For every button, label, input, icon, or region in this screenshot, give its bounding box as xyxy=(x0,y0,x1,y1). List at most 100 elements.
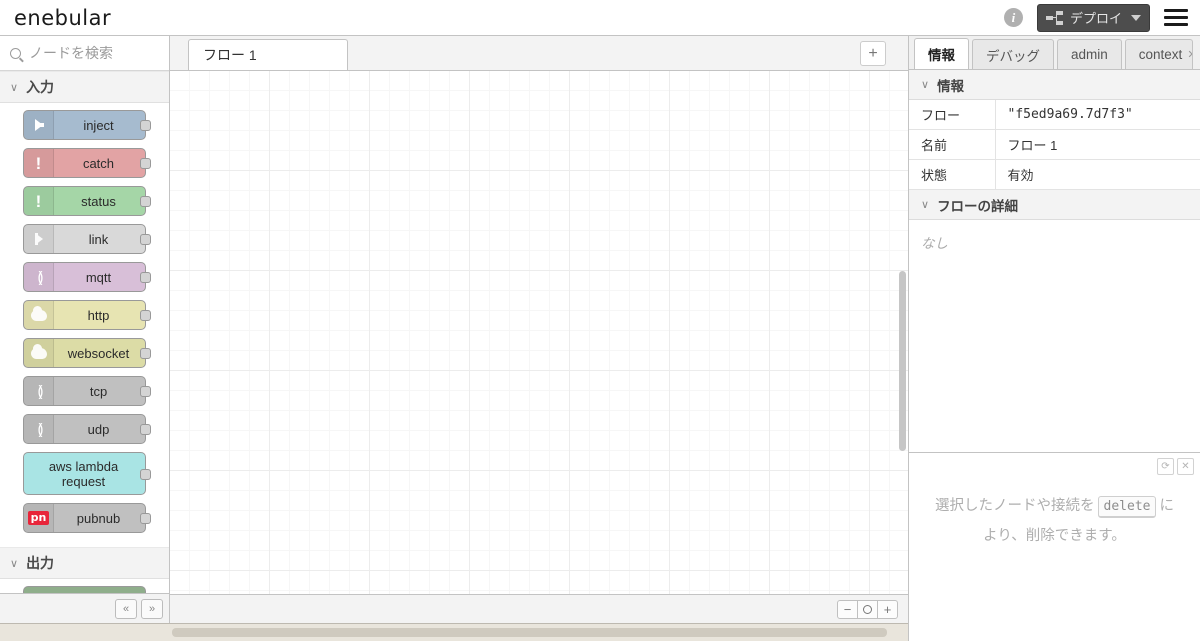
zoom-reset-icon[interactable] xyxy=(857,599,878,619)
sidebar-lower-panel: ⟳ ✕ 選択したノードや接続を delete に より、削除できます。 xyxy=(909,452,1200,612)
sidebar-section-info[interactable]: ∨ 情報 xyxy=(909,70,1200,100)
sidebar-tab-情報[interactable]: 情報 xyxy=(914,38,969,69)
flow-info-table: フロー "f5ed9a69.7d7f3" 名前 フロー 1 状態 有効 xyxy=(909,100,1200,190)
deploy-nodes-icon xyxy=(1045,10,1063,25)
link-in-icon xyxy=(34,233,43,245)
node-output-port[interactable] xyxy=(140,120,151,131)
chevron-down-icon: ∨ xyxy=(10,557,19,570)
palette-node-udp[interactable]: () udp xyxy=(23,414,151,444)
palette-node-label: status xyxy=(81,193,116,209)
info-icon[interactable]: i xyxy=(1003,8,1023,27)
node-output-port[interactable] xyxy=(140,386,151,397)
chevrons-down-icon[interactable]: » xyxy=(141,598,163,619)
sidebar-tab-label: デバッグ xyxy=(986,48,1040,64)
workspace: フロー 1 + − + xyxy=(170,36,908,623)
flow-canvas[interactable] xyxy=(170,71,908,623)
node-output-port[interactable] xyxy=(140,424,151,435)
app-logo: enebular xyxy=(14,5,112,30)
palette-category-label: 入力 xyxy=(26,79,55,95)
info-row-value: "f5ed9a69.7d7f3" xyxy=(995,100,1200,130)
palette-node-pubnub[interactable]: pn pubnub xyxy=(23,503,151,533)
node-output-port[interactable] xyxy=(140,310,151,321)
palette-node-mqtt[interactable]: () mqtt xyxy=(23,262,151,292)
search-input[interactable] xyxy=(27,44,157,62)
chevrons-up-icon[interactable]: « xyxy=(115,598,137,619)
table-row: 状態 有効 xyxy=(909,159,1200,190)
sidebar-lower-toolbar: ⟳ ✕ xyxy=(1154,458,1194,475)
palette-node-label: inject xyxy=(83,117,114,133)
pubnub-logo-icon: pn xyxy=(27,510,50,526)
node-output-port[interactable] xyxy=(140,272,151,283)
palette-node-catch[interactable]: ! catch xyxy=(23,148,151,178)
inject-arrow-icon xyxy=(34,119,44,131)
palette-search-bar xyxy=(0,36,169,71)
app-header: enebular i デプロイ xyxy=(0,0,1200,36)
chevron-down-icon: ∨ xyxy=(921,79,930,91)
palette-node-label: pubnub xyxy=(76,510,121,526)
node-icon-box xyxy=(24,339,54,367)
chevron-down-icon[interactable] xyxy=(1131,14,1141,21)
palette-node-link[interactable]: link xyxy=(23,224,151,254)
flow-description-body: なし xyxy=(921,236,948,251)
add-flow-tab-button[interactable]: + xyxy=(860,41,886,66)
palette-node-label: link xyxy=(88,231,109,247)
palette-node-websocket[interactable]: websocket xyxy=(23,338,151,368)
info-row-key: フロー xyxy=(909,100,996,130)
catch-alert-icon: ! xyxy=(35,153,42,173)
palette-node-aws-lambda-request[interactable]: aws lambda request xyxy=(23,452,151,495)
zoom-out-icon[interactable]: − xyxy=(837,599,858,619)
status-alert-icon: ! xyxy=(35,191,42,211)
flow-tab-1[interactable]: フロー 1 xyxy=(188,39,348,70)
horizontal-scrollbar[interactable] xyxy=(172,628,887,637)
palette-node-label: tcp xyxy=(89,383,108,399)
node-icon-box xyxy=(24,225,54,253)
sidebar-tab-context[interactable]: context ✕ xyxy=(1124,39,1193,69)
palette-node-tcp[interactable]: () tcp xyxy=(23,376,151,406)
info-row-key: 名前 xyxy=(909,129,996,160)
palette-node-label: mqtt xyxy=(85,269,112,285)
palette-node-status[interactable]: ! status xyxy=(23,186,151,216)
zoom-in-icon[interactable]: + xyxy=(877,599,898,619)
palette-node-label: catch xyxy=(82,155,115,171)
table-row: フロー "f5ed9a69.7d7f3" xyxy=(909,100,1200,130)
sidebar-section-detail[interactable]: ∨ フローの詳細 xyxy=(909,190,1200,220)
canvas-footer: − + xyxy=(170,594,908,623)
node-output-port[interactable] xyxy=(140,234,151,245)
sidebar-section-info-label: 情報 xyxy=(937,78,965,94)
node-palette: ∨ 入力 inject! catch! status link () mqtt http webs… xyxy=(0,36,170,623)
sidebar-tab-label: 情報 xyxy=(928,48,955,63)
palette-node-label: http xyxy=(87,307,110,323)
bottom-status-bar xyxy=(0,623,908,641)
tcp-signal-icon: () xyxy=(37,382,44,400)
sidebar-tab-label: context xyxy=(1138,47,1183,62)
node-output-port[interactable] xyxy=(140,348,151,359)
node-output-port[interactable] xyxy=(140,158,151,169)
palette-node-http[interactable]: http xyxy=(23,300,151,330)
node-output-port[interactable] xyxy=(140,513,151,524)
node-icon-box: ! xyxy=(24,187,54,215)
sidebar-tab-デバッグ[interactable]: デバッグ xyxy=(972,39,1054,69)
sidebar-tab-admin[interactable]: admin xyxy=(1057,39,1122,69)
info-row-value: 有効 xyxy=(995,159,1200,190)
node-output-port[interactable] xyxy=(140,196,151,207)
chevron-down-icon: ∨ xyxy=(921,199,930,211)
deploy-button[interactable]: デプロイ xyxy=(1036,3,1150,32)
palette-category-1[interactable]: ∨ 入力 xyxy=(0,71,169,103)
flow-tab-bar: フロー 1 + xyxy=(170,36,908,71)
refresh-icon[interactable]: ⟳ xyxy=(1157,458,1174,475)
canvas-vertical-scrollbar[interactable] xyxy=(899,271,906,451)
palette-footer: « » xyxy=(0,593,169,623)
udp-signal-icon: () xyxy=(37,420,44,438)
delete-key-badge: delete xyxy=(1097,496,1157,518)
node-icon-box: () xyxy=(24,263,54,291)
palette-node-inject[interactable]: inject xyxy=(23,110,151,140)
node-output-port[interactable] xyxy=(140,468,151,480)
info-row-key: 状態 xyxy=(909,159,996,190)
close-icon[interactable]: ✕ xyxy=(1187,48,1191,61)
palette-category-2[interactable]: ∨ 出力 xyxy=(0,547,169,579)
hamburger-menu-icon[interactable] xyxy=(1164,5,1188,30)
node-icon-box xyxy=(24,111,54,139)
sidebar-tab-bar: 情報 デバッグ admin context ✕ xyxy=(909,36,1200,70)
node-icon-box: () xyxy=(24,415,54,443)
close-icon[interactable]: ✕ xyxy=(1177,458,1194,475)
